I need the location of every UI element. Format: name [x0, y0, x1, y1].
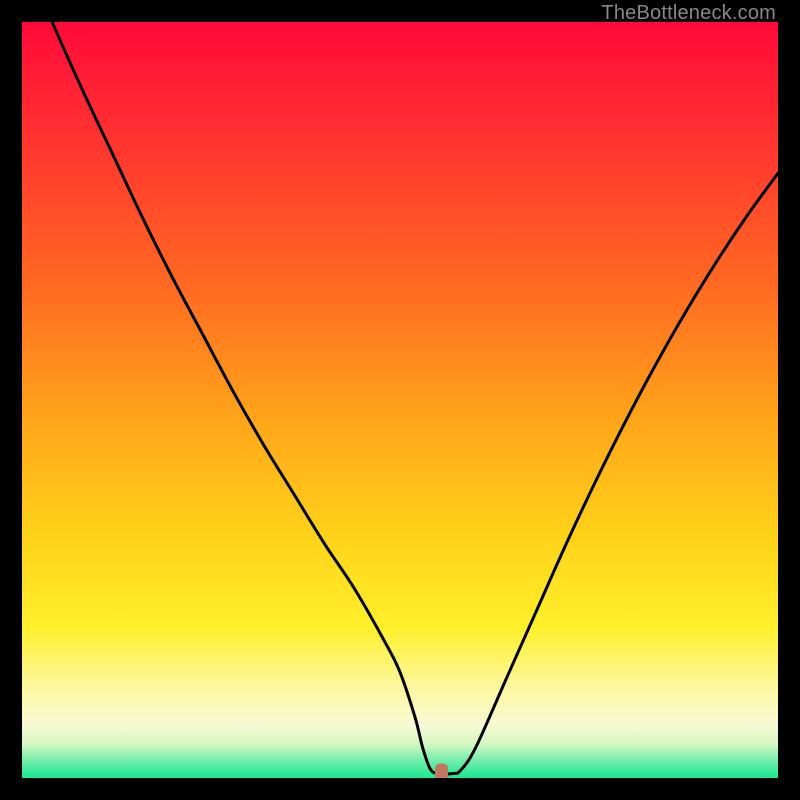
plot-svg	[22, 22, 778, 778]
gradient-background	[22, 22, 778, 778]
plot-area	[22, 22, 778, 778]
chart-frame: TheBottleneck.com	[0, 0, 800, 800]
optimal-point-marker	[435, 763, 448, 778]
attribution-label: TheBottleneck.com	[601, 2, 776, 25]
